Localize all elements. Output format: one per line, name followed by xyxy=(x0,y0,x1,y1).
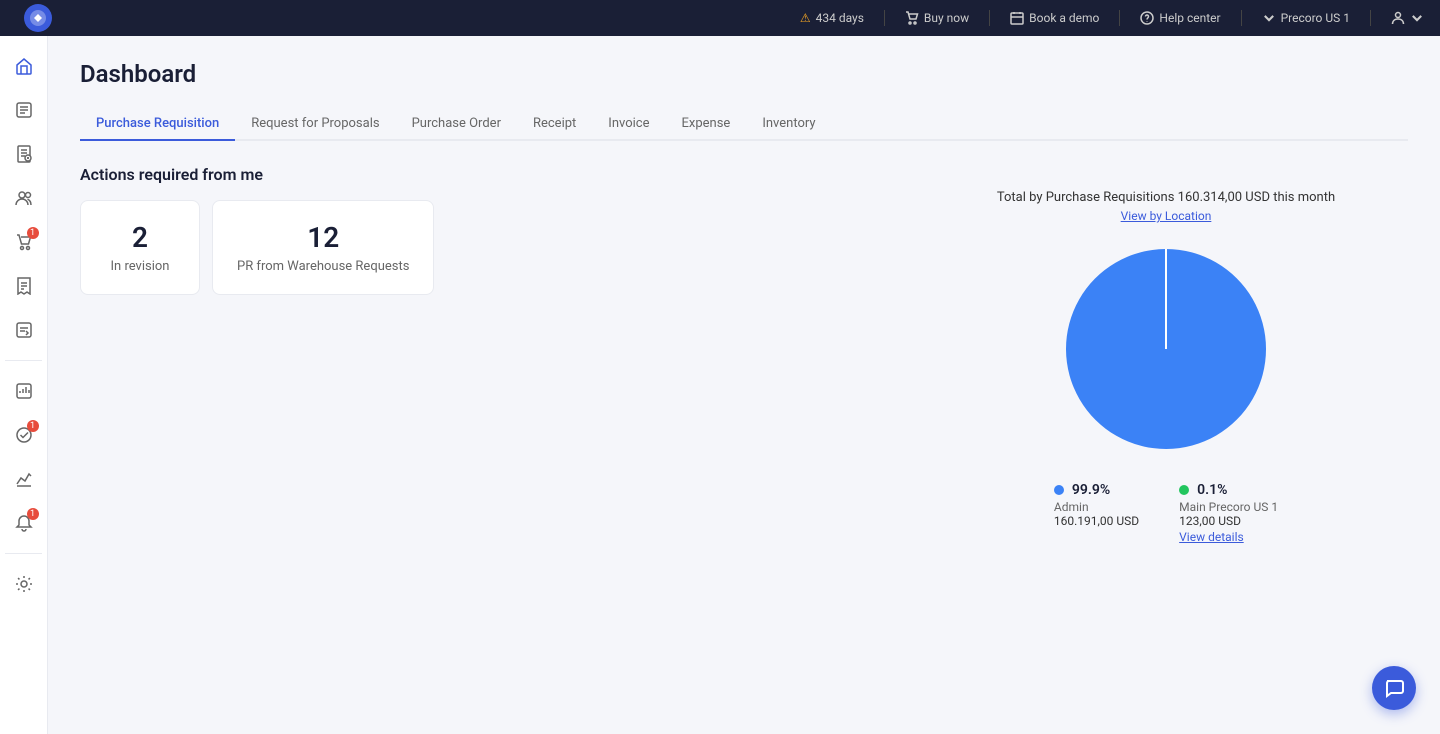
content-wrapper: Dashboard Purchase Requisition Request f… xyxy=(80,60,1408,295)
sidebar-item-users[interactable] xyxy=(6,180,42,216)
app-logo[interactable] xyxy=(24,4,52,32)
tabs-bar: Purchase Requisition Request for Proposa… xyxy=(80,108,1408,141)
trial-days-text: 434 days xyxy=(816,11,864,25)
book-demo-item[interactable]: Book a demo xyxy=(1010,11,1099,25)
sidebar-item-requisition[interactable] xyxy=(6,92,42,128)
chart-legend: 99.9% Admin 160.191,00 USD 0.1% Main Pre… xyxy=(956,479,1376,544)
in-revision-count: 2 xyxy=(105,221,175,255)
tab-expense[interactable]: Expense xyxy=(666,108,747,141)
buy-now-item[interactable]: Buy now xyxy=(905,11,969,25)
user-chevron-icon xyxy=(1410,11,1424,25)
sidebar-item-alerts[interactable]: 1 xyxy=(6,505,42,541)
topbar: ⚠ 434 days Buy now Book a demo Help cent… xyxy=(0,0,1440,36)
warehouse-count: 12 xyxy=(237,221,409,255)
topbar-divider-1 xyxy=(884,10,885,26)
sidebar-divider-1 xyxy=(5,360,43,361)
pie-chart xyxy=(1056,239,1276,459)
main-pct: 0.1% xyxy=(1197,482,1227,498)
legend-item-admin: 99.9% Admin 160.191,00 USD xyxy=(1054,479,1139,544)
legend-pct-main: 0.1% xyxy=(1179,479,1278,498)
view-by-location-link[interactable]: View by Location xyxy=(956,209,1376,223)
sidebar-divider-2 xyxy=(5,553,43,554)
action-card-in-revision[interactable]: 2 In revision xyxy=(80,200,200,295)
alerts-badge: 1 xyxy=(27,508,39,520)
main-content: Dashboard Purchase Requisition Request f… xyxy=(48,36,1440,734)
org-name-label: Precoro US 1 xyxy=(1281,11,1350,25)
warning-icon: ⚠ xyxy=(800,11,811,25)
tab-purchase-requisition[interactable]: Purchase Requisition xyxy=(80,108,235,141)
actions-section-title: Actions required from me xyxy=(80,165,1408,184)
tab-invoice[interactable]: Invoice xyxy=(592,108,665,141)
user-profile-item[interactable] xyxy=(1391,11,1424,25)
orders-badge: 1 xyxy=(27,227,39,239)
page-title: Dashboard xyxy=(80,60,1408,88)
topbar-divider-3 xyxy=(1119,10,1120,26)
sidebar-item-rfp[interactable] xyxy=(6,136,42,172)
calendar-icon xyxy=(1010,11,1024,25)
sidebar-item-settings[interactable] xyxy=(6,566,42,602)
legend-pct-admin: 99.9% xyxy=(1054,479,1139,498)
admin-pct: 99.9% xyxy=(1072,482,1110,498)
topbar-divider-4 xyxy=(1241,10,1242,26)
topbar-divider-2 xyxy=(989,10,990,26)
main-layout: 1 1 xyxy=(0,36,1440,734)
sidebar-item-receipt[interactable] xyxy=(6,268,42,304)
legend-dot-admin xyxy=(1054,485,1064,495)
sidebar-item-orders[interactable]: 1 xyxy=(6,224,42,260)
org-name-item[interactable]: Precoro US 1 xyxy=(1262,11,1350,25)
help-icon xyxy=(1140,11,1154,25)
topbar-divider-5 xyxy=(1370,10,1371,26)
tab-purchase-order[interactable]: Purchase Order xyxy=(396,108,517,141)
sidebar: 1 1 xyxy=(0,36,48,734)
main-name: Main Precoro US 1 xyxy=(1179,500,1278,514)
help-center-label: Help center xyxy=(1159,11,1220,25)
cart-icon xyxy=(905,11,919,25)
sidebar-item-approvals[interactable]: 1 xyxy=(6,417,42,453)
user-icon xyxy=(1391,11,1405,25)
help-center-item[interactable]: Help center xyxy=(1140,11,1220,25)
tab-rfp[interactable]: Request for Proposals xyxy=(235,108,395,141)
admin-name: Admin xyxy=(1054,500,1139,514)
sidebar-item-invoice[interactable] xyxy=(6,312,42,348)
book-demo-label: Book a demo xyxy=(1029,11,1099,25)
sidebar-item-analytics[interactable] xyxy=(6,461,42,497)
legend-item-main: 0.1% Main Precoro US 1 123,00 USD View d… xyxy=(1179,479,1278,544)
sidebar-item-home[interactable] xyxy=(6,48,42,84)
sidebar-item-reports[interactable] xyxy=(6,373,42,409)
admin-amount: 160.191,00 USD xyxy=(1054,514,1139,528)
tab-inventory[interactable]: Inventory xyxy=(746,108,831,141)
view-details-link[interactable]: View details xyxy=(1179,530,1278,544)
legend-dot-main xyxy=(1179,485,1189,495)
chevron-down-icon xyxy=(1262,11,1276,25)
trial-days-item[interactable]: ⚠ 434 days xyxy=(800,11,864,25)
chat-button[interactable] xyxy=(1372,666,1416,710)
warehouse-label: PR from Warehouse Requests xyxy=(237,259,409,274)
main-amount: 123,00 USD xyxy=(1179,514,1278,528)
action-card-warehouse[interactable]: 12 PR from Warehouse Requests xyxy=(212,200,434,295)
chat-icon xyxy=(1383,677,1405,699)
tab-receipt[interactable]: Receipt xyxy=(517,108,592,141)
buy-now-label: Buy now xyxy=(924,11,969,25)
pie-chart-container xyxy=(956,239,1376,459)
chart-section: Total by Purchase Requisitions 160.314,0… xyxy=(956,190,1376,544)
in-revision-label: In revision xyxy=(105,259,175,274)
chart-title: Total by Purchase Requisitions 160.314,0… xyxy=(956,190,1376,205)
approvals-badge: 1 xyxy=(27,420,39,432)
